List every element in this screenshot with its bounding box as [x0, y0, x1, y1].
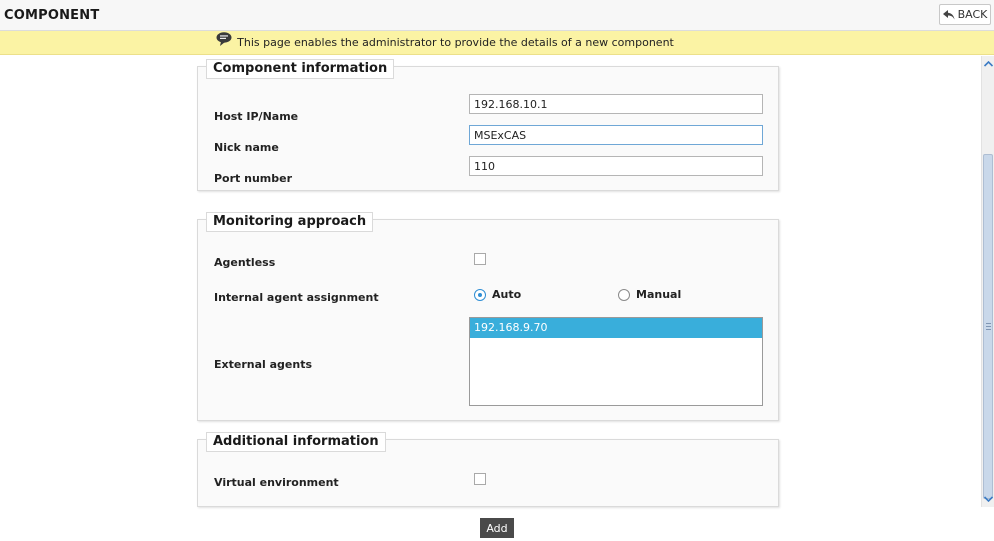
nick-name-label: Nick name: [214, 141, 279, 154]
speech-bubble-icon: [216, 32, 232, 46]
radio-manual[interactable]: Manual: [618, 288, 681, 301]
chevron-up-icon[interactable]: [982, 56, 994, 72]
list-item[interactable]: 192.168.9.70: [470, 318, 762, 338]
agentless-checkbox[interactable]: [474, 253, 486, 265]
radio-auto-label: Auto: [492, 288, 522, 301]
back-button[interactable]: BACK: [939, 4, 991, 25]
agentless-label: Agentless: [214, 256, 276, 269]
info-bar: This page enables the administrator to p…: [0, 31, 994, 55]
nick-name-input[interactable]: [469, 125, 763, 145]
section-legend: Component information: [206, 59, 395, 79]
chevron-down-icon[interactable]: [982, 491, 994, 507]
host-input[interactable]: [469, 94, 763, 114]
virtual-environment-label: Virtual environment: [214, 476, 339, 489]
host-label: Host IP/Name: [214, 110, 299, 123]
back-arrow-icon: [942, 9, 955, 19]
page-title: COMPONENT: [4, 8, 100, 23]
radio-manual-button[interactable]: [618, 288, 630, 301]
section-legend: Monitoring approach: [206, 212, 374, 232]
port-input[interactable]: [469, 156, 763, 176]
grip-icon: [986, 323, 991, 330]
external-agents-listbox[interactable]: 192.168.9.70: [469, 317, 763, 406]
virtual-environment-checkbox[interactable]: [474, 473, 486, 485]
section-legend: Additional information: [206, 432, 386, 452]
port-label: Port number: [214, 172, 293, 185]
internal-agent-label: Internal agent assignment: [214, 291, 379, 304]
monitoring-approach-section: Monitoring approach Agentless Internal a…: [197, 212, 779, 421]
page-header: COMPONENT BACK: [0, 0, 994, 31]
vertical-scrollbar[interactable]: [981, 56, 994, 507]
add-button[interactable]: Add: [480, 518, 514, 538]
component-information-section: Component information Host IP/Name Nick …: [197, 59, 779, 191]
info-message: This page enables the administrator to p…: [237, 36, 674, 49]
radio-auto[interactable]: Auto: [474, 288, 521, 301]
additional-information-section: Additional information Virtual environme…: [197, 432, 779, 507]
back-button-label: BACK: [957, 8, 988, 21]
scrollbar-thumb[interactable]: [983, 154, 993, 499]
form-content: Component information Host IP/Name Nick …: [0, 56, 980, 541]
radio-manual-label: Manual: [636, 288, 682, 301]
external-agents-label: External agents: [214, 358, 313, 371]
radio-auto-button[interactable]: [474, 288, 486, 301]
